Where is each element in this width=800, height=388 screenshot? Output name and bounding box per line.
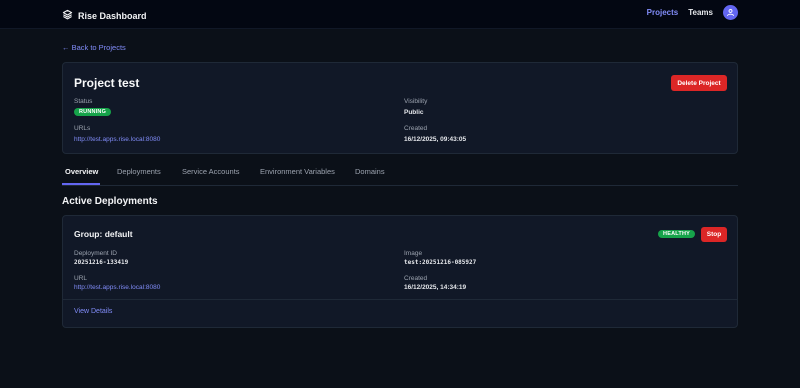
- user-avatar-button[interactable]: [723, 5, 738, 20]
- top-navbar: Rise Dashboard Projects Teams: [0, 0, 800, 29]
- tab-overview[interactable]: Overview: [65, 167, 98, 176]
- image-value: test:20251216-085927: [404, 259, 477, 266]
- urls-label: URLs: [74, 125, 91, 132]
- project-url-link[interactable]: http://test.apps.rise.local:8080: [74, 136, 160, 143]
- visibility-value: Public: [404, 109, 424, 116]
- card-divider: [63, 299, 737, 300]
- active-tab-indicator: [62, 183, 100, 185]
- deployment-created-value: 16/12/2025, 14:34:19: [404, 284, 467, 291]
- project-tabs: Overview Deployments Service Accounts En…: [62, 160, 738, 186]
- health-badge: HEALTHY: [658, 230, 695, 238]
- group-title: Group: default: [74, 229, 133, 239]
- status-label: Status: [74, 98, 93, 105]
- project-title: Project test: [74, 76, 140, 90]
- tab-deployments[interactable]: Deployments: [117, 167, 161, 176]
- delete-project-button[interactable]: Delete Project: [671, 75, 727, 91]
- main-nav: Projects Teams: [647, 5, 738, 20]
- view-details-link[interactable]: View Details: [74, 308, 112, 315]
- deployment-url-link[interactable]: http://test.apps.rise.local:8080: [74, 284, 160, 291]
- project-summary-card: Project test Delete Project Status RUNNI…: [62, 62, 738, 154]
- image-label: Image: [404, 250, 423, 257]
- active-deployments-heading: Active Deployments: [62, 196, 158, 207]
- user-icon: [727, 9, 734, 17]
- tab-domains[interactable]: Domains: [355, 167, 385, 176]
- deployment-id-value: 20251216-133419: [74, 259, 129, 266]
- created-value: 16/12/2025, 09:43:05: [404, 136, 467, 143]
- brand-name: Rise Dashboard: [78, 11, 147, 21]
- nav-teams-link[interactable]: Teams: [688, 8, 713, 17]
- stop-button[interactable]: Stop: [701, 227, 727, 242]
- tab-service-accounts[interactable]: Service Accounts: [182, 167, 240, 176]
- deployment-created-label: Created: [404, 275, 428, 282]
- status-badge: RUNNING: [74, 108, 112, 116]
- deployment-group-card: Group: default HEALTHY Stop Deployment I…: [62, 215, 738, 328]
- deployment-url-label: URL: [74, 275, 88, 282]
- layers-icon: [62, 7, 73, 25]
- brand-link[interactable]: Rise Dashboard: [62, 7, 147, 25]
- deployment-id-label: Deployment ID: [74, 250, 117, 257]
- nav-projects-link[interactable]: Projects: [647, 8, 679, 17]
- back-to-projects-link[interactable]: ← Back to Projects: [62, 43, 126, 52]
- visibility-label: Visibility: [404, 98, 428, 105]
- tab-environment-variables[interactable]: Environment Variables: [260, 167, 335, 176]
- created-label: Created: [404, 125, 428, 132]
